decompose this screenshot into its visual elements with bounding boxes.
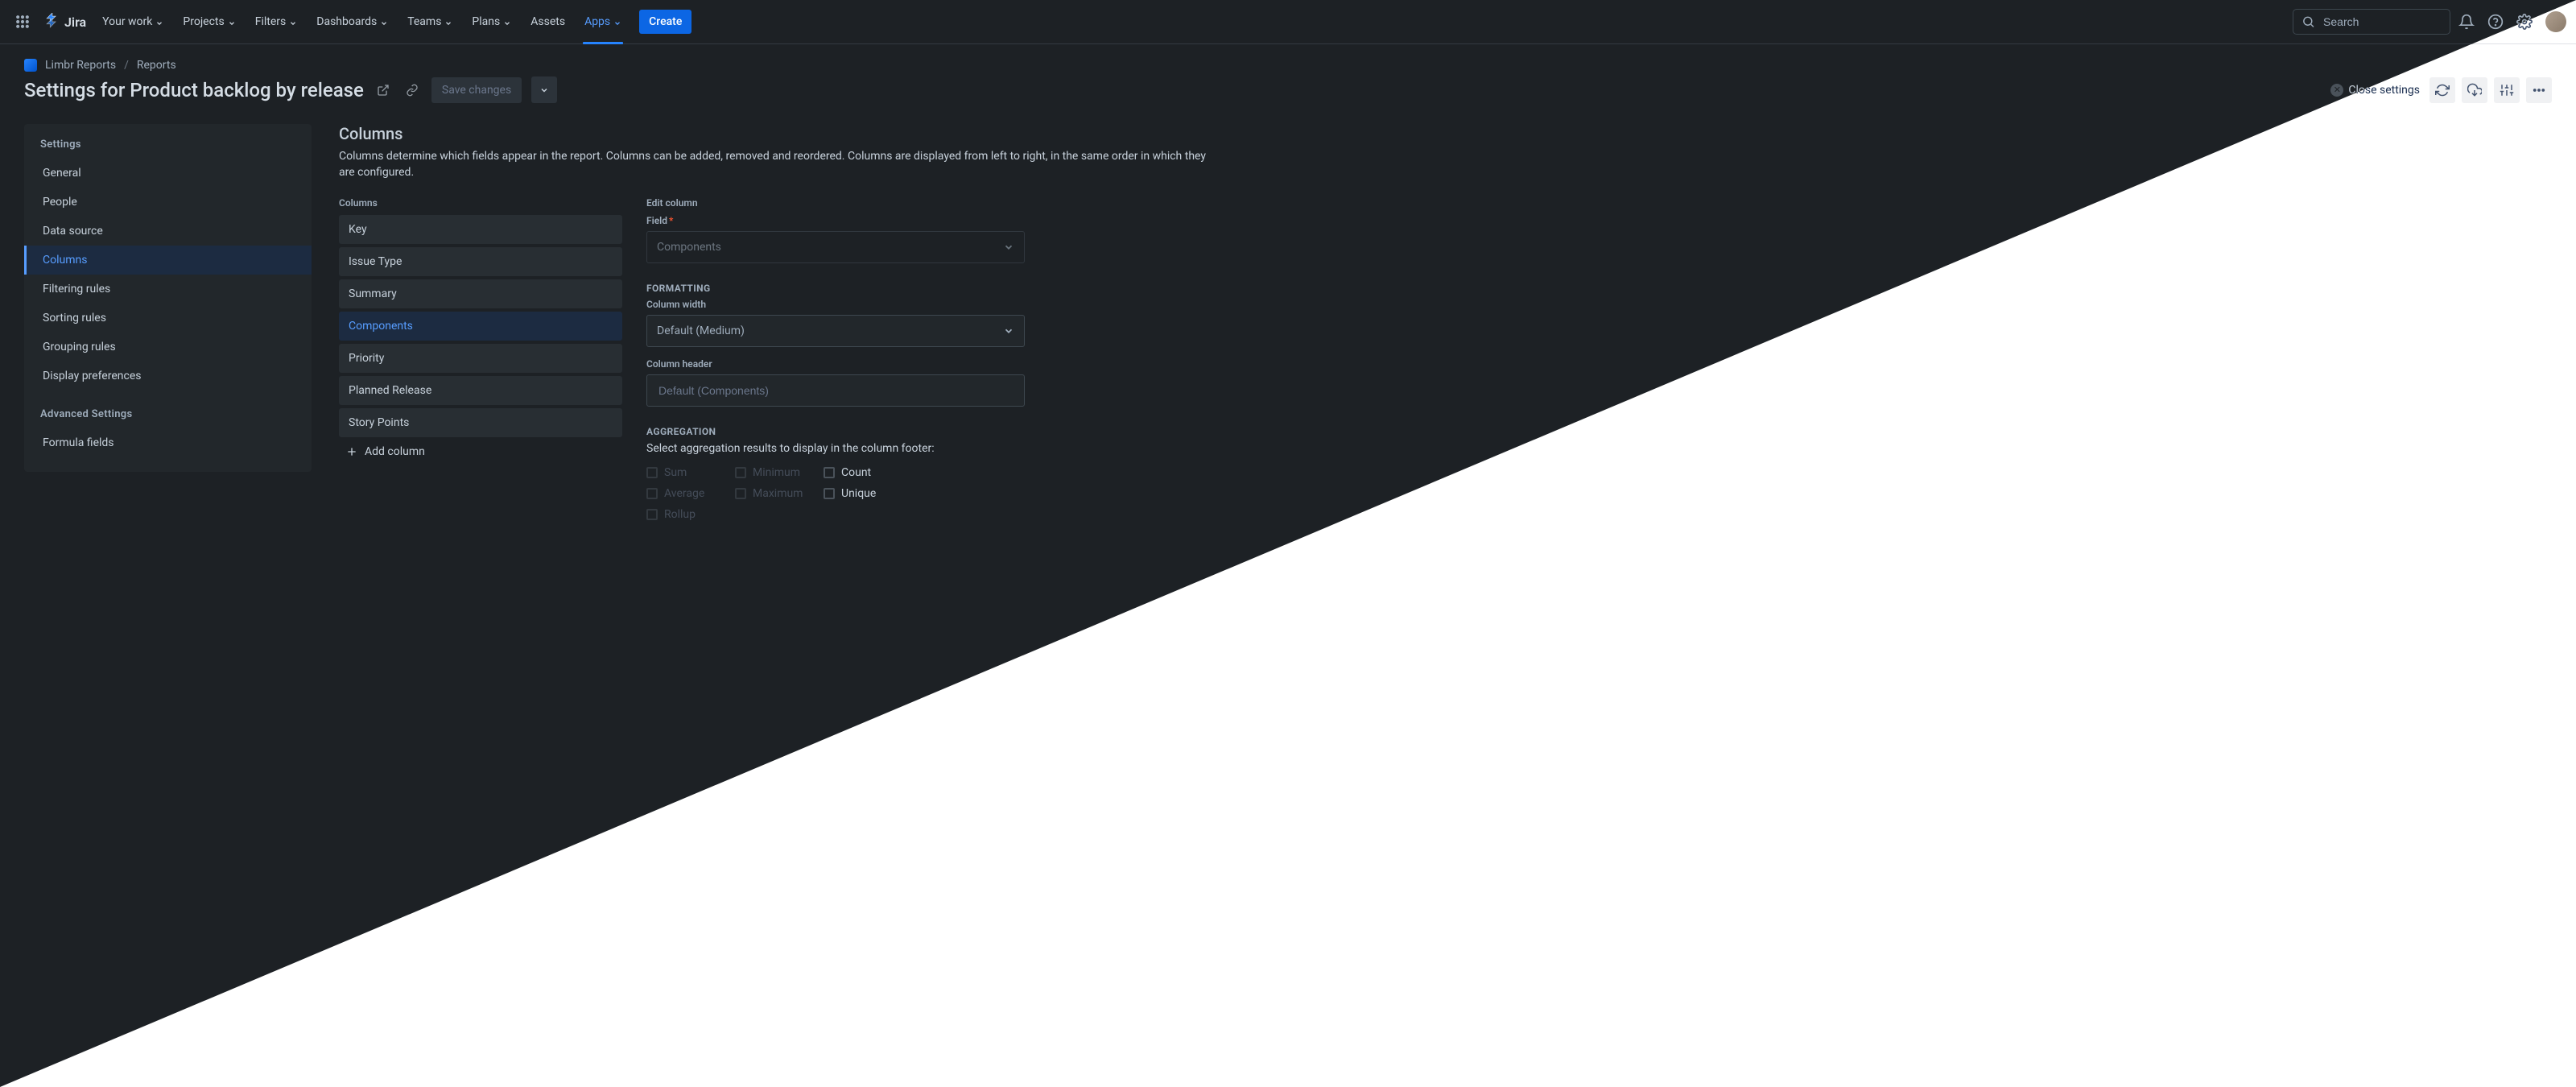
check-sum: Sum: [646, 466, 735, 479]
notifications-icon[interactable]: [2454, 9, 2479, 35]
columns-list: Key Issue Type Summary Components Priori…: [339, 215, 622, 437]
sidebar-item-filtering-rules[interactable]: Filtering rules: [24, 275, 312, 304]
check-count[interactable]: Count: [824, 466, 912, 479]
chevron-down-icon: [503, 18, 511, 26]
nav-teams[interactable]: Teams: [399, 10, 460, 33]
formatting-heading: FORMATTING: [646, 283, 1025, 294]
chevron-down-icon: [155, 18, 163, 26]
plus-icon: [345, 445, 358, 458]
page-title: Settings for Product backlog by release: [24, 79, 364, 101]
nav-plans[interactable]: Plans: [464, 10, 519, 33]
chevron-down-icon: [228, 18, 236, 26]
project-icon: [24, 59, 37, 72]
chevron-down-icon: [1003, 242, 1014, 253]
column-header-label: Column header: [646, 358, 1025, 370]
sidebar-item-general[interactable]: General: [24, 159, 312, 188]
check-unique[interactable]: Unique: [824, 487, 912, 500]
column-width-label: Column width: [646, 299, 1025, 310]
chevron-down-icon: [444, 18, 452, 26]
columns-list-heading: Columns: [339, 197, 622, 209]
check-minimum: Minimum: [735, 466, 824, 479]
column-item[interactable]: Key: [339, 215, 622, 244]
breadcrumb-project[interactable]: Limbr Reports: [45, 59, 116, 72]
column-item[interactable]: Summary: [339, 279, 622, 308]
sidebar-item-columns[interactable]: Columns: [24, 246, 312, 275]
chevron-down-icon: [613, 18, 621, 26]
add-column-button[interactable]: Add column: [339, 437, 622, 466]
search-icon: [2301, 14, 2315, 30]
column-item-selected[interactable]: Components: [339, 312, 622, 341]
section-title: Columns: [339, 124, 2552, 143]
open-external-icon[interactable]: [374, 81, 393, 100]
sidebar-advanced-heading: Advanced Settings: [24, 408, 312, 428]
column-header-input[interactable]: [657, 383, 1014, 398]
check-rollup: Rollup: [646, 508, 735, 521]
sidebar-item-sorting-rules[interactable]: Sorting rules: [24, 304, 312, 333]
app-switcher-icon[interactable]: [10, 9, 35, 35]
sidebar-heading: Settings: [24, 138, 312, 159]
filter-button[interactable]: [2494, 77, 2520, 103]
search-box[interactable]: [2293, 9, 2450, 35]
chevron-down-icon: [289, 18, 297, 26]
settings-sidebar: Settings General People Data source Colu…: [24, 124, 312, 472]
create-button[interactable]: Create: [639, 10, 691, 34]
nav-filters[interactable]: Filters: [247, 10, 306, 33]
nav-projects[interactable]: Projects: [175, 10, 243, 33]
refresh-button[interactable]: [2429, 77, 2455, 103]
chevron-down-icon: [380, 18, 388, 26]
field-select: Components: [646, 231, 1025, 263]
breadcrumb: Limbr Reports / Reports: [24, 59, 2552, 72]
nav-your-work[interactable]: Your work: [94, 10, 171, 33]
check-maximum: Maximum: [735, 487, 824, 500]
column-item[interactable]: Planned Release: [339, 376, 622, 405]
save-button: Save changes: [431, 77, 522, 103]
column-item[interactable]: Story Points: [339, 408, 622, 437]
section-description: Columns determine which fields appear in…: [339, 148, 1224, 181]
top-nav: Jira Your work Projects Filters Dashboar…: [0, 0, 2576, 44]
sidebar-item-data-source[interactable]: Data source: [24, 217, 312, 246]
nav-dashboards[interactable]: Dashboards: [308, 10, 396, 33]
download-button[interactable]: [2462, 77, 2487, 103]
field-label: Field*: [646, 215, 1025, 226]
nav-apps[interactable]: Apps: [576, 10, 630, 33]
column-item[interactable]: Issue Type: [339, 247, 622, 276]
sidebar-item-grouping-rules[interactable]: Grouping rules: [24, 333, 312, 362]
column-header-input-wrap[interactable]: [646, 374, 1025, 407]
save-dropdown[interactable]: [531, 76, 557, 103]
link-icon[interactable]: [402, 81, 422, 100]
close-icon: ✕: [2330, 84, 2343, 97]
aggregation-heading: AGGREGATION: [646, 426, 1025, 437]
sidebar-item-people[interactable]: People: [24, 188, 312, 217]
avatar[interactable]: [2545, 11, 2566, 32]
more-button[interactable]: [2526, 77, 2552, 103]
sidebar-item-formula-fields[interactable]: Formula fields: [24, 428, 312, 457]
sidebar-item-display-preferences[interactable]: Display preferences: [24, 362, 312, 391]
column-item[interactable]: Priority: [339, 344, 622, 373]
nav-assets[interactable]: Assets: [522, 10, 573, 33]
check-average: Average: [646, 487, 735, 500]
edit-column-heading: Edit column: [646, 197, 1025, 209]
jira-logo[interactable]: Jira: [39, 9, 91, 35]
search-input[interactable]: [2322, 14, 2442, 29]
breadcrumb-page[interactable]: Reports: [137, 59, 176, 72]
column-width-select[interactable]: Default (Medium): [646, 315, 1025, 347]
chevron-down-icon: [1003, 325, 1014, 337]
aggregation-description: Select aggregation results to display in…: [646, 442, 1025, 455]
